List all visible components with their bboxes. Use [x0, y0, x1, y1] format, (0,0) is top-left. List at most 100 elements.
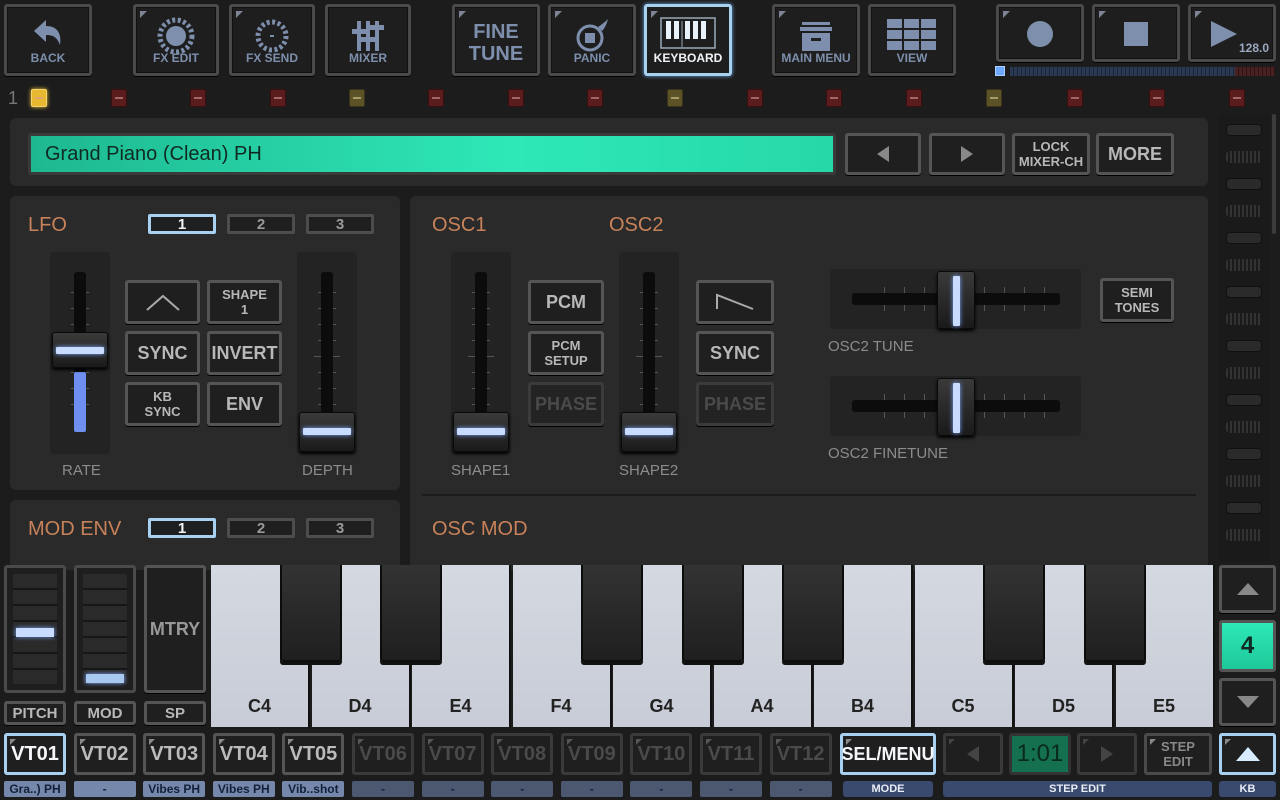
step-indicator[interactable]: [508, 89, 524, 107]
track-button[interactable]: VT09: [560, 733, 623, 775]
semi-tones-button[interactable]: SEMI TONES: [1100, 278, 1174, 322]
step-indicator[interactable]: [111, 89, 127, 107]
black-key[interactable]: [983, 565, 1045, 662]
osc2-finetune-knob[interactable]: [937, 378, 975, 436]
sp-button[interactable]: SP: [144, 701, 206, 725]
track-button[interactable]: VT10: [630, 733, 693, 775]
step-indicator[interactable]: [31, 89, 47, 107]
step-indicator[interactable]: [587, 89, 603, 107]
lfo-tab-1[interactable]: 1: [148, 214, 216, 234]
step-indicator[interactable]: [747, 89, 763, 107]
pitch-button[interactable]: PITCH: [4, 701, 66, 725]
lfo-sync-button[interactable]: SYNC: [125, 331, 200, 375]
track-button[interactable]: VT07: [421, 733, 484, 775]
osc1-phase-button[interactable]: PHASE: [528, 382, 604, 426]
mod-env-tab-2[interactable]: 2: [227, 518, 295, 538]
mod-env-tab-1[interactable]: 1: [148, 518, 216, 538]
step-indicator[interactable]: [1067, 89, 1083, 107]
octave-up-button[interactable]: [1219, 565, 1276, 613]
black-key[interactable]: [581, 565, 643, 662]
rate-slider[interactable]: [50, 252, 110, 454]
play-button[interactable]: 128.0: [1188, 4, 1276, 62]
lfo-shape-button[interactable]: SHAPE 1: [207, 280, 282, 324]
lfo-tab-3[interactable]: 3: [306, 214, 374, 234]
rate-slider-knob[interactable]: [52, 332, 108, 368]
step-edit-button[interactable]: STEP EDIT: [1144, 733, 1212, 775]
track-button[interactable]: VT08: [491, 733, 554, 775]
lock-mixer-ch-button[interactable]: LOCK MIXER-CH: [1012, 133, 1090, 175]
main-menu-button[interactable]: MAIN MENU: [772, 4, 860, 76]
sel-menu-button[interactable]: SEL/MENU: [840, 733, 936, 775]
view-button[interactable]: VIEW: [868, 4, 956, 76]
osc2-tune-knob[interactable]: [937, 271, 975, 329]
step-indicator[interactable]: [270, 89, 286, 107]
shape2-slider-knob[interactable]: [621, 412, 677, 452]
fx-edit-button[interactable]: FX EDIT: [133, 4, 219, 76]
step-next-button[interactable]: [1077, 733, 1137, 775]
song-position-bar[interactable]: [1010, 67, 1235, 76]
black-key[interactable]: [279, 565, 342, 662]
stop-button[interactable]: [1092, 4, 1180, 62]
mixer-button[interactable]: MIXER: [325, 4, 411, 76]
track-button[interactable]: VT11: [700, 733, 762, 775]
black-key[interactable]: [782, 565, 844, 662]
step-indicator[interactable]: [826, 89, 842, 107]
prev-preset-button[interactable]: [845, 133, 921, 175]
step-indicator[interactable]: [986, 89, 1002, 107]
step-prev-button[interactable]: [943, 733, 1003, 775]
osc2-wave-button[interactable]: [696, 280, 774, 324]
osc2-tune-slider[interactable]: [830, 269, 1081, 329]
step-indicator[interactable]: [349, 89, 365, 107]
lfo-kb-sync-button[interactable]: KB SYNC: [125, 382, 200, 426]
next-preset-button[interactable]: [929, 133, 1005, 175]
track-button[interactable]: VT12: [769, 733, 832, 775]
song-position-marker[interactable]: [995, 66, 1005, 76]
panic-button[interactable]: PANIC: [548, 4, 636, 76]
black-key[interactable]: [681, 565, 744, 662]
octave-down-button[interactable]: [1219, 678, 1276, 726]
osc2-sync-button[interactable]: SYNC: [696, 331, 774, 375]
lfo-wave-button[interactable]: [125, 280, 200, 324]
track-button[interactable]: VT02: [73, 733, 136, 775]
record-button[interactable]: [996, 4, 1084, 62]
lfo-invert-button[interactable]: INVERT: [207, 331, 282, 375]
black-key[interactable]: [380, 565, 442, 662]
track-button[interactable]: VT01: [4, 733, 66, 775]
mod-button[interactable]: MOD: [74, 701, 136, 725]
shape1-slider-knob[interactable]: [453, 412, 509, 452]
shape2-slider[interactable]: [619, 252, 679, 454]
step-indicator[interactable]: [1149, 89, 1165, 107]
mtry-button[interactable]: MTRY: [144, 565, 206, 693]
track-button[interactable]: VT04: [212, 733, 275, 775]
scrollbar-thumb[interactable]: [1272, 114, 1276, 234]
track-button[interactable]: VT03: [143, 733, 206, 775]
panel-scrollbar[interactable]: [1218, 114, 1270, 562]
shape1-slider[interactable]: [451, 252, 511, 454]
mod-env-tab-3[interactable]: 3: [306, 518, 374, 538]
pcm-setup-button[interactable]: PCM SETUP: [528, 331, 604, 375]
step-indicator[interactable]: [428, 89, 444, 107]
pitch-wheel[interactable]: [4, 565, 66, 693]
step-indicator[interactable]: [667, 89, 683, 107]
depth-slider-knob[interactable]: [299, 412, 355, 452]
fx-send-button[interactable]: FX SEND: [229, 4, 315, 76]
step-indicator[interactable]: [906, 89, 922, 107]
depth-slider[interactable]: [297, 252, 357, 454]
back-button[interactable]: BACK: [4, 4, 92, 76]
step-indicator[interactable]: [1229, 89, 1245, 107]
preset-name-display[interactable]: Grand Piano (Clean) PH: [31, 136, 833, 172]
keyboard-button[interactable]: KEYBOARD: [644, 4, 732, 76]
osc2-phase-button[interactable]: PHASE: [696, 382, 774, 426]
fine-tune-button[interactable]: FINE TUNE: [452, 4, 540, 76]
track-button[interactable]: VT06: [352, 733, 414, 775]
mod-wheel[interactable]: [74, 565, 136, 693]
black-key[interactable]: [1083, 565, 1146, 662]
track-button[interactable]: VT05: [282, 733, 345, 775]
pcm-button[interactable]: PCM: [528, 280, 604, 324]
step-indicator[interactable]: [190, 89, 206, 107]
lfo-tab-2[interactable]: 2: [227, 214, 295, 234]
osc2-finetune-slider[interactable]: [830, 376, 1081, 436]
more-button[interactable]: MORE: [1096, 133, 1174, 175]
kb-toggle-button[interactable]: [1219, 733, 1276, 775]
lfo-env-button[interactable]: ENV: [207, 382, 282, 426]
